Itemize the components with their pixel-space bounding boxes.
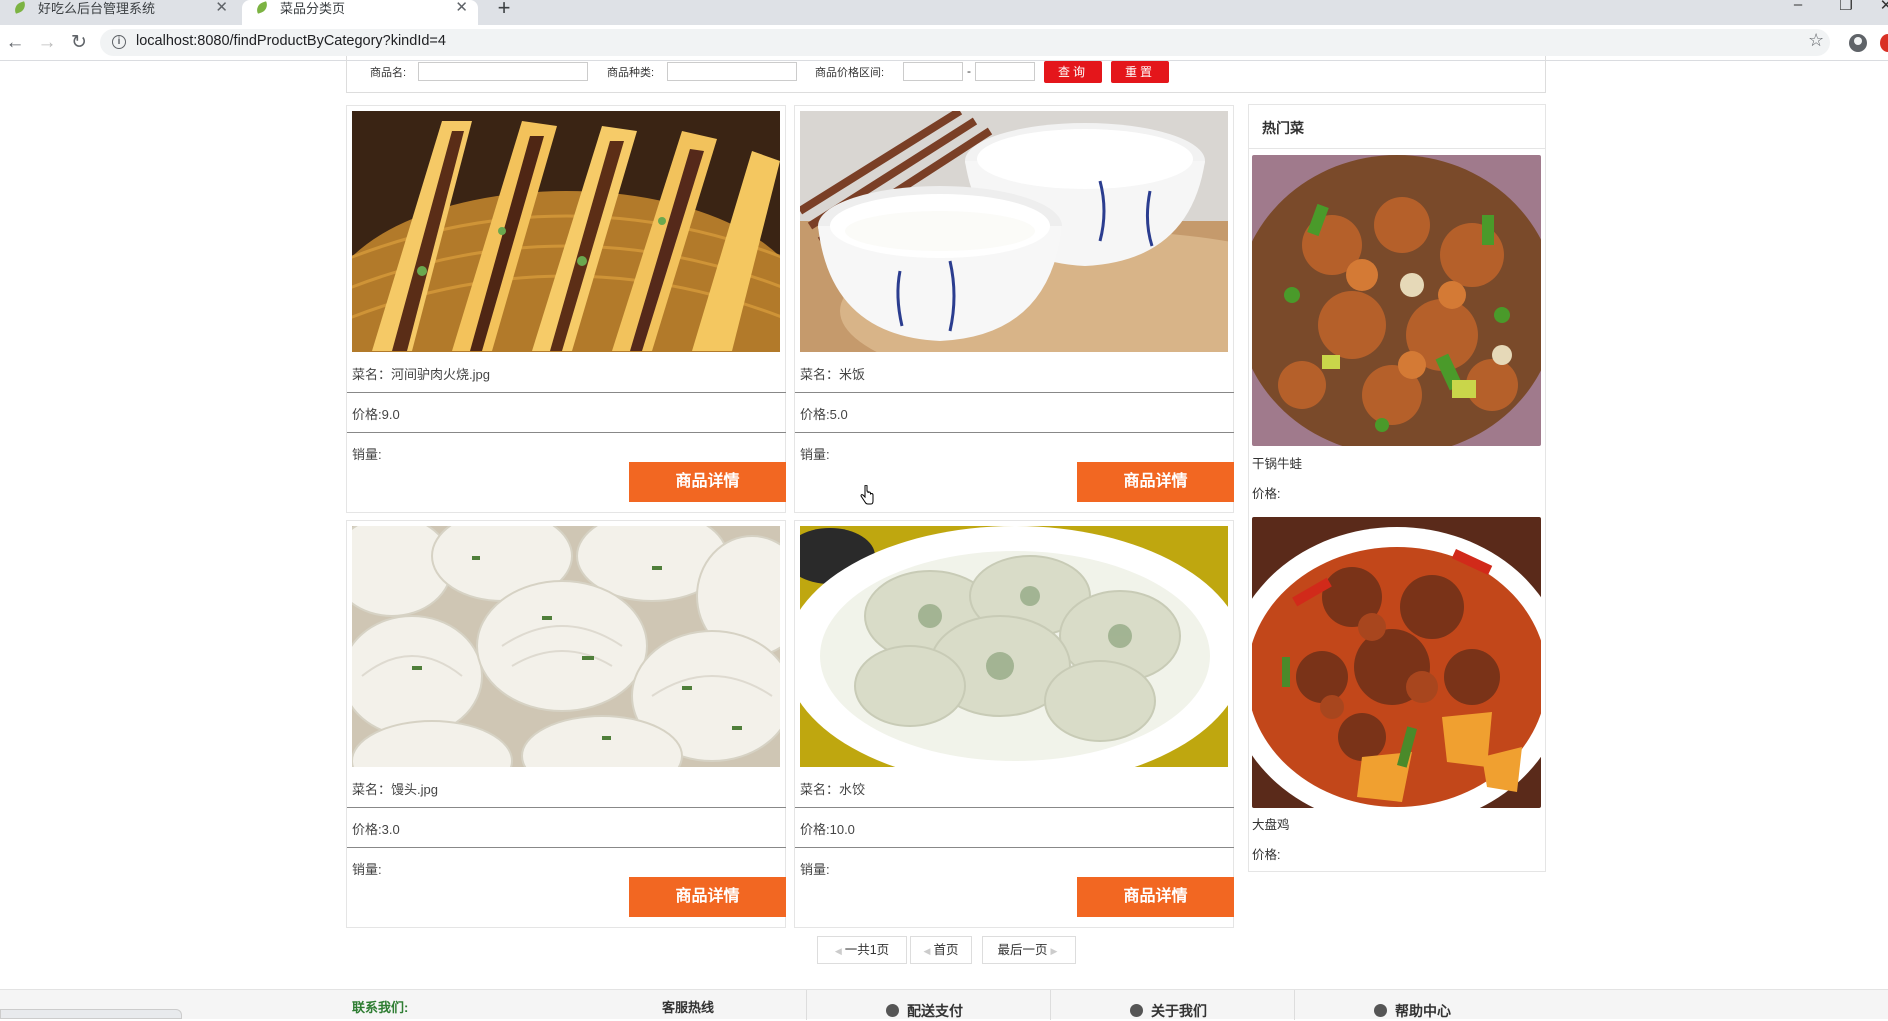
price-range-separator: - <box>967 64 971 78</box>
divider <box>347 432 786 433</box>
pagination-first-label: 首页 <box>933 943 959 957</box>
product-card: 菜名：河间驴肉火烧.jpg 价格:9.0 销量: 商品详情 <box>346 105 786 513</box>
product-price: 价格:9.0 <box>352 407 400 422</box>
product-name: 菜名：河间驴肉火烧.jpg <box>352 367 490 382</box>
footer-help-link[interactable]: 帮助中心 <box>1374 1001 1451 1021</box>
price-max-input[interactable] <box>975 62 1035 81</box>
product-detail-button[interactable]: 商品详情 <box>1077 877 1234 917</box>
close-tab-icon[interactable]: ✕ <box>455 0 468 16</box>
product-price: 价格:5.0 <box>800 407 848 422</box>
heart-icon <box>1130 1004 1143 1017</box>
product-name: 菜名：馒头.jpg <box>352 782 438 797</box>
divider <box>1248 148 1546 149</box>
product-image[interactable] <box>800 111 1228 352</box>
pagination-total-label: 一共1页 <box>844 943 890 957</box>
bookmark-star-icon[interactable]: ☆ <box>1808 30 1824 51</box>
pagination-total: ◀ 一共1页 <box>817 936 907 964</box>
close-tab-icon[interactable]: ✕ <box>215 0 228 16</box>
hot-dishes-title: 热门菜 <box>1262 120 1304 136</box>
product-sales: 销量: <box>352 862 382 877</box>
hot-dish-name[interactable]: 大盘鸡 <box>1252 814 1290 833</box>
hotline-label: 客服热线 <box>662 1000 715 1015</box>
tab-title: 菜品分类页 <box>280 1 346 16</box>
delivery-icon <box>886 1004 899 1017</box>
product-card: 菜名：米饭 价格:5.0 销量: 商品详情 <box>794 105 1234 513</box>
reload-icon[interactable]: ↻ <box>66 30 92 56</box>
pagination-last-button[interactable]: 最后一页 ▶ <box>982 936 1076 964</box>
tab-title: 好吃么后台管理系统 <box>38 1 156 16</box>
minimize-icon[interactable]: – <box>1778 0 1818 18</box>
back-icon[interactable]: ← <box>2 30 28 56</box>
divider <box>795 807 1234 808</box>
divider <box>347 807 786 808</box>
product-kind-input[interactable] <box>667 62 797 81</box>
query-button[interactable]: 查询 <box>1044 61 1102 83</box>
product-card: 菜名：水饺 价格:10.0 销量: 商品详情 <box>794 520 1234 928</box>
profile-avatar-icon[interactable] <box>1849 34 1867 52</box>
product-price: 价格:10.0 <box>800 822 855 837</box>
product-name: 菜名：水饺 <box>800 782 866 797</box>
product-name-input[interactable] <box>418 62 588 81</box>
hot-dish-image[interactable] <box>1252 517 1541 808</box>
product-sales: 销量: <box>800 447 830 462</box>
help-icon <box>1374 1004 1387 1017</box>
divider <box>795 847 1234 848</box>
new-tab-icon[interactable]: + <box>492 0 516 21</box>
dumplings-photo <box>800 526 1228 767</box>
divider <box>795 392 1234 393</box>
product-image[interactable] <box>352 526 780 767</box>
footer-about-label: 关于我们 <box>1151 1003 1207 1019</box>
footer-help-label: 帮助中心 <box>1395 1003 1451 1019</box>
browser-tab-category[interactable]: 菜品分类页 ✕ <box>242 0 478 25</box>
hot-dish-price: 价格: <box>1252 848 1281 862</box>
product-detail-button[interactable]: 商品详情 <box>629 462 786 502</box>
contact-us-label: 联系我们: <box>352 1000 409 1015</box>
hot-dish-image[interactable] <box>1252 155 1541 446</box>
product-sales: 销量: <box>352 447 382 462</box>
info-icon[interactable]: i <box>112 35 126 49</box>
pagination-first-button[interactable]: ◀ 首页 <box>910 936 972 964</box>
rice-bowls-photo <box>800 111 1228 352</box>
product-detail-button[interactable]: 商品详情 <box>1077 462 1234 502</box>
divider <box>347 847 786 848</box>
hot-dish-price: 价格: <box>1252 487 1281 501</box>
divider <box>795 432 1234 433</box>
product-sales: 销量: <box>800 862 830 877</box>
price-range-label: 商品价格区间: <box>815 67 885 79</box>
footer-about-link[interactable]: 关于我们 <box>1130 1001 1207 1021</box>
hand-cursor-icon <box>860 485 874 505</box>
leaf-favicon-icon <box>12 1 28 14</box>
footer-delivery-label: 配送支付 <box>907 1003 963 1019</box>
close-window-icon[interactable]: ✕ <box>1866 0 1888 18</box>
product-name: 菜名：米饭 <box>800 367 866 382</box>
restore-icon[interactable]: ❐ <box>1826 0 1866 18</box>
url-text[interactable]: localhost:8080/findProductByCategory?kin… <box>136 33 446 49</box>
hot-dish-name[interactable]: 干锅牛蛙 <box>1252 453 1302 472</box>
product-card: 菜名：馒头.jpg 价格:3.0 销量: 商品详情 <box>346 520 786 928</box>
product-image[interactable] <box>352 111 780 352</box>
big-plate-chicken-photo <box>1252 517 1541 808</box>
product-kind-label: 商品种类: <box>607 67 655 79</box>
product-detail-button[interactable]: 商品详情 <box>629 877 786 917</box>
bullfrog-photo <box>1252 155 1541 446</box>
footer-delivery-link[interactable]: 配送支付 <box>886 1001 963 1021</box>
product-name-label: 商品名: <box>370 67 407 79</box>
forward-icon[interactable]: → <box>34 30 60 56</box>
scallion-buns-photo <box>352 526 780 767</box>
reset-button[interactable]: 重置 <box>1111 61 1169 83</box>
donkey-burger-photo <box>352 111 780 352</box>
divider <box>347 392 786 393</box>
price-min-input[interactable] <box>903 62 963 81</box>
status-bubble <box>0 1009 182 1019</box>
browser-tab-admin[interactable]: 好吃么后台管理系统 ✕ <box>0 0 238 25</box>
pagination-last-label: 最后一页 <box>997 943 1048 957</box>
product-image[interactable] <box>800 526 1228 767</box>
leaf-favicon-icon <box>254 1 270 14</box>
product-price: 价格:3.0 <box>352 822 400 837</box>
